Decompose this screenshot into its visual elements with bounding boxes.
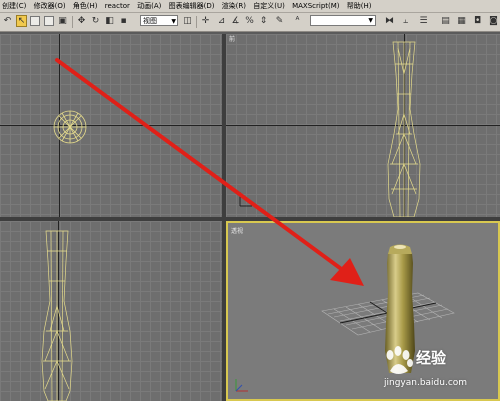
menu-graph-editors[interactable]: 图表编辑器(D) [167, 0, 218, 12]
edit-named-selection-icon[interactable]: ✎ [274, 15, 285, 26]
reference-coordinate-select[interactable]: 视图 ▼ [140, 15, 178, 26]
wireframe-front-view [239, 41, 421, 217]
align-icon[interactable]: ⫠ [400, 15, 411, 26]
named-selection-set[interactable]: ▼ [310, 15, 376, 26]
rectangular-region-icon[interactable] [44, 16, 54, 26]
menu-character[interactable]: 角色(H) [71, 0, 101, 12]
menu-rendering[interactable]: 渲染(R) [220, 0, 249, 12]
menu-create[interactable]: 创建(C) [0, 0, 29, 12]
main-toolbar: ↶ ↖ ▣ ✥ ↻ ◧ ▪ 视图 ▼ ◫ ✛ ⊿ ∡ % ⇕ ✎ ᴬ ▼ ⧓ ⫠… [0, 13, 500, 32]
toolbar-separator [196, 16, 197, 28]
menu-bar: 创建(C) 修改器(O) 角色(H) reactor 动画(A) 图表编辑器(D… [0, 0, 500, 13]
watermark-url: jingyan.baidu.com [384, 378, 468, 388]
snap-icon[interactable]: ⊿ [216, 15, 227, 26]
select-scale-icon[interactable]: ◧ [104, 15, 115, 26]
select-filter-icon[interactable]: ▪ [118, 15, 129, 26]
toolbar-separator [72, 16, 73, 28]
select-object-icon[interactable]: ↖ [16, 15, 27, 27]
select-by-name-icon[interactable] [30, 16, 40, 26]
chevron-down-icon: ▼ [368, 17, 373, 24]
wireframe-top-view [53, 110, 87, 144]
wireframe-left-view [41, 230, 73, 401]
select-move-icon[interactable]: ✥ [76, 15, 87, 26]
viewport-divider-horizontal[interactable] [0, 217, 500, 221]
viewport-top[interactable] [0, 34, 222, 217]
spinner-snap-icon[interactable]: ⇕ [258, 15, 269, 26]
menu-reactor[interactable]: reactor [103, 0, 133, 12]
undo-icon[interactable]: ↶ [2, 15, 13, 26]
reference-coordinate-value: 视图 [143, 17, 157, 25]
percent-snap-icon[interactable]: % [244, 15, 255, 26]
layer-manager-icon[interactable]: ☰ [418, 15, 429, 26]
viewport-left[interactable] [0, 221, 222, 401]
baidu-paw-icon [386, 346, 413, 374]
curve-editor-icon[interactable]: ▤ [440, 15, 451, 26]
watermark-text: 经验 [416, 349, 447, 367]
menu-maxscript[interactable]: MAXScript(M) [290, 0, 342, 12]
chevron-down-icon: ▼ [171, 18, 176, 25]
baidu-watermark: 经验 jingyan.baidu.com [382, 345, 498, 397]
manipulate-icon[interactable]: ✛ [200, 15, 211, 26]
abc-icon[interactable]: ᴬ [292, 15, 303, 26]
window-crossing-icon[interactable]: ▣ [57, 15, 68, 26]
viewport-front[interactable]: 前 [226, 34, 500, 217]
angle-snap-icon[interactable]: ∡ [230, 15, 241, 26]
menu-help[interactable]: 帮助(H) [345, 0, 375, 12]
render-setup-icon[interactable]: ◘ [472, 15, 483, 26]
menu-customize[interactable]: 自定义(U) [251, 0, 288, 12]
mirror-icon[interactable]: ⧓ [384, 15, 395, 26]
select-rotate-icon[interactable]: ↻ [90, 15, 101, 26]
material-editor-icon[interactable]: ▦ [456, 15, 467, 26]
menu-animation[interactable]: 动画(A) [135, 0, 164, 12]
menu-modifiers[interactable]: 修改器(O) [32, 0, 69, 12]
pivot-icon[interactable]: ◫ [182, 15, 193, 26]
quick-render-icon[interactable]: ◙ [488, 15, 499, 26]
